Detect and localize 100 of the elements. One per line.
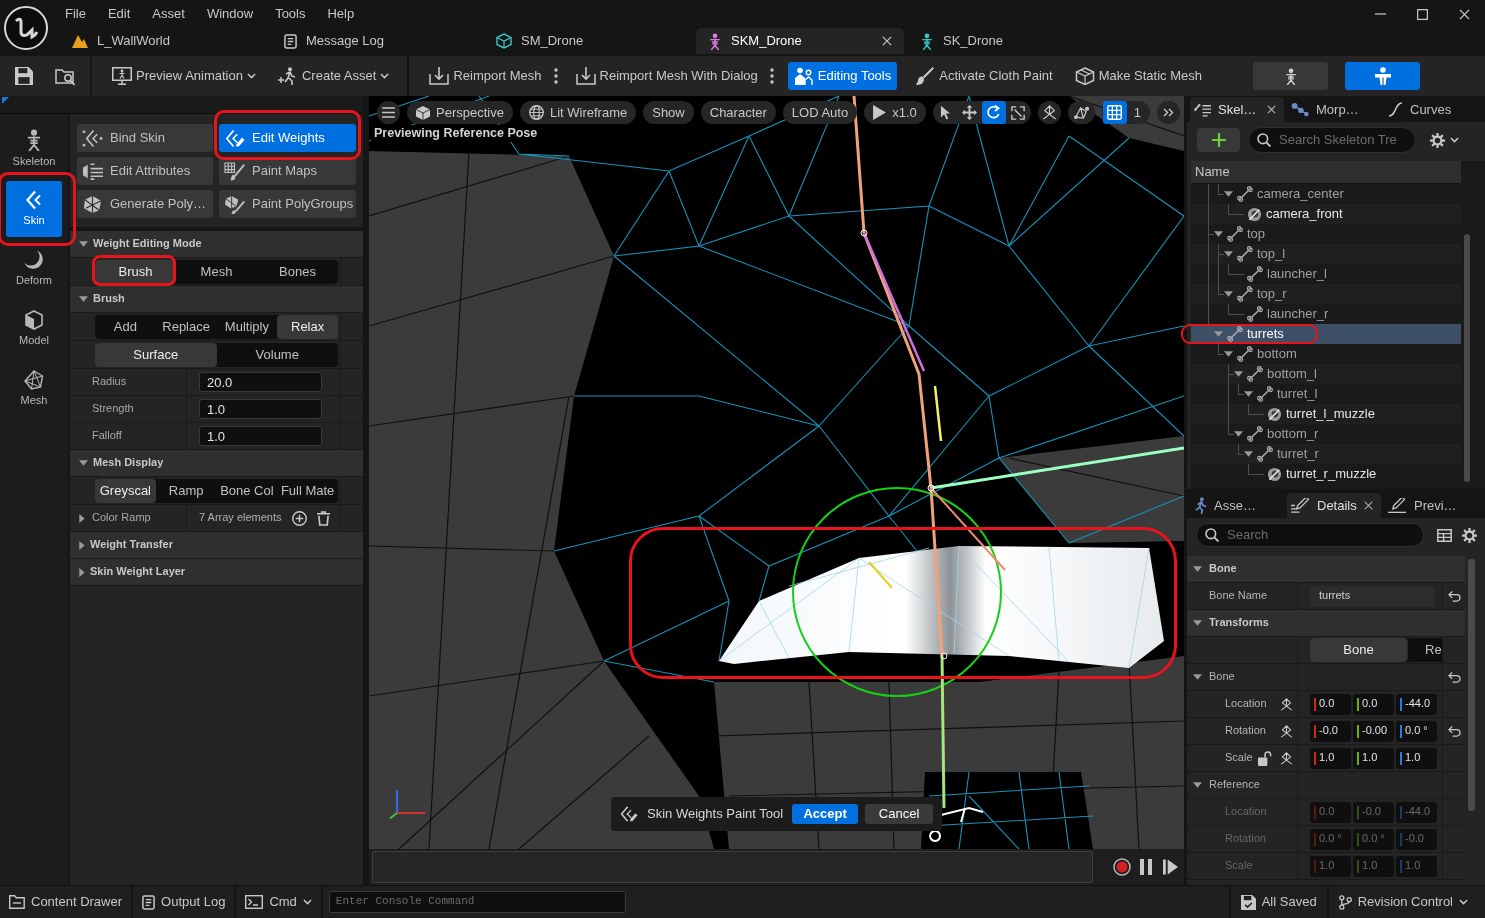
- close-icon[interactable]: [1458, 8, 1470, 20]
- axes-icon[interactable]: [1280, 724, 1293, 738]
- toolbar-button[interactable]: Preview Animation: [108, 62, 260, 90]
- folder-search-icon[interactable]: [55, 66, 76, 86]
- mode-button[interactable]: Model: [6, 301, 62, 357]
- transform-tool-button[interactable]: [981, 101, 1006, 124]
- tree-row[interactable]: top_r: [1191, 284, 1461, 304]
- toolbar-button[interactable]: Reimport Mesh With Dialog: [571, 62, 762, 90]
- number-field[interactable]: 0.0 °: [1396, 720, 1437, 742]
- lock-open-icon[interactable]: [1258, 750, 1272, 766]
- tree-row[interactable]: turret_l_muzzle: [1191, 404, 1461, 424]
- panel-tab[interactable]: Morp…: [1287, 97, 1381, 122]
- disclosure-triangle-icon[interactable]: [1224, 291, 1233, 297]
- segment-option[interactable]: Surface: [95, 342, 217, 367]
- tool-button[interactable]: Paint PolyGroups: [219, 190, 356, 218]
- status-bar-button[interactable]: Revision Control: [1326, 886, 1478, 918]
- document-tab[interactable]: SK_Drone: [908, 28, 1116, 54]
- segment-option[interactable]: Multiply: [216, 314, 278, 339]
- document-tab[interactable]: SM_Drone: [484, 28, 692, 54]
- disclosure-triangle-icon[interactable]: [1244, 451, 1253, 457]
- number-field[interactable]: -44.0: [1396, 693, 1437, 715]
- panel-tab[interactable]: Skel…: [1190, 97, 1284, 122]
- pause-icon[interactable]: [1140, 859, 1152, 875]
- number-field[interactable]: -0.0: [1310, 720, 1351, 742]
- number-field[interactable]: 1.0: [1396, 747, 1437, 769]
- toolbar-button[interactable]: Create Asset: [273, 62, 394, 90]
- tree-row[interactable]: turret_r: [1191, 444, 1461, 464]
- disclosure-triangle-icon[interactable]: [1214, 231, 1223, 237]
- disclosure-triangle-icon[interactable]: [79, 513, 85, 523]
- tree-row[interactable]: top_l: [1191, 244, 1461, 264]
- close-icon[interactable]: [882, 36, 892, 46]
- step-forward-icon[interactable]: [1163, 859, 1178, 875]
- disclosure-triangle-icon[interactable]: [1224, 191, 1233, 197]
- menu-item[interactable]: Help: [317, 4, 365, 24]
- number-field[interactable]: 1.0: [1353, 747, 1394, 769]
- document-tab[interactable]: L_WallWorld: [60, 28, 268, 54]
- number-field[interactable]: -0.00: [1353, 720, 1394, 742]
- text-field[interactable]: turrets: [1310, 585, 1435, 607]
- settings-icon[interactable]: [1462, 527, 1477, 543]
- caret-icon[interactable]: [1450, 137, 1459, 143]
- disclosure-triangle-icon[interactable]: [1193, 782, 1202, 788]
- more-options-icon[interactable]: [769, 68, 774, 84]
- logo-icon[interactable]: [4, 6, 48, 50]
- viewport-toolbar-button[interactable]: LOD Auto: [782, 101, 858, 124]
- number-field[interactable]: 1.0: [199, 426, 322, 446]
- document-tab[interactable]: SKM_Drone: [696, 28, 904, 54]
- viewport-toolbar-button[interactable]: Show: [643, 101, 694, 124]
- axes-icon[interactable]: [1280, 697, 1293, 711]
- number-field[interactable]: 1.0: [1310, 747, 1351, 769]
- segment-option[interactable]: Re: [1407, 638, 1442, 662]
- table-icon[interactable]: [1437, 528, 1452, 542]
- disclosure-triangle-icon[interactable]: [1214, 331, 1223, 337]
- add-button[interactable]: [1197, 128, 1240, 152]
- search-field[interactable]: Search Skeleton Tre: [1248, 127, 1416, 153]
- segment-option[interactable]: Full Mate: [277, 478, 338, 503]
- scrollbar-thumb[interactable]: [1468, 559, 1475, 811]
- scrollbar-thumb[interactable]: [1464, 234, 1470, 482]
- segment-option[interactable]: Bone: [1310, 638, 1407, 662]
- reset-arrow-icon[interactable]: [1447, 725, 1461, 737]
- segment-option[interactable]: Volume: [216, 342, 338, 367]
- column-header[interactable]: Name: [1191, 161, 1461, 184]
- document-tab[interactable]: Message Log: [272, 28, 480, 54]
- disclosure-triangle-icon[interactable]: [1224, 351, 1233, 357]
- trash-icon[interactable]: [316, 510, 330, 526]
- reset-arrow-icon[interactable]: [1447, 590, 1461, 602]
- section-header[interactable]: Weight Editing Mode: [70, 231, 363, 258]
- disclosure-triangle-icon[interactable]: [1193, 674, 1202, 680]
- menu-item[interactable]: Window: [196, 4, 264, 24]
- segment-option[interactable]: Replace: [155, 314, 217, 339]
- panel-tab[interactable]: Asse…: [1190, 493, 1284, 518]
- number-field[interactable]: 0.0: [1353, 693, 1394, 715]
- mode-button[interactable]: Skeleton: [6, 121, 62, 177]
- section-header[interactable]: Weight Transfer: [70, 532, 363, 559]
- tool-button[interactable]: Generate Poly…: [77, 190, 213, 218]
- close-icon[interactable]: [1267, 105, 1276, 114]
- viewport-toolbar-button[interactable]: x1.0: [864, 101, 926, 124]
- toolbar-button[interactable]: Make Static Mesh: [1070, 62, 1206, 90]
- add-circle-icon[interactable]: [291, 510, 307, 526]
- segment-option[interactable]: Ramp: [155, 478, 217, 503]
- close-icon[interactable]: [1364, 501, 1373, 510]
- save-icon[interactable]: [15, 67, 33, 85]
- status-bar-button[interactable]: Content Drawer: [0, 886, 134, 918]
- record-icon[interactable]: [1113, 858, 1131, 876]
- panel-tab[interactable]: Curves: [1384, 97, 1478, 122]
- segment-option[interactable]: Greyscal: [95, 478, 156, 503]
- cancel-button[interactable]: Cancel: [865, 804, 934, 824]
- viewport-toolbar-button[interactable]: Lit Wireframe: [519, 101, 637, 124]
- section-header[interactable]: Mesh Display: [70, 450, 363, 477]
- menu-item[interactable]: Asset: [142, 4, 195, 24]
- segment-option[interactable]: Mesh: [176, 259, 257, 284]
- number-field[interactable]: 1.0: [199, 399, 322, 419]
- status-bar-button[interactable]: Output Log: [133, 886, 237, 918]
- panel-tab[interactable]: Previ…: [1384, 493, 1478, 518]
- toolbar-button[interactable]: Activate Cloth Paint: [911, 62, 1057, 90]
- number-field[interactable]: 20.0: [199, 372, 322, 392]
- section-header[interactable]: Brush: [70, 286, 363, 313]
- settings-icon[interactable]: [1430, 132, 1445, 148]
- viewport-toolbar-button[interactable]: Character: [700, 101, 776, 124]
- view-mode-button[interactable]: [1253, 62, 1328, 90]
- tool-button[interactable]: Bind Skin: [77, 124, 213, 152]
